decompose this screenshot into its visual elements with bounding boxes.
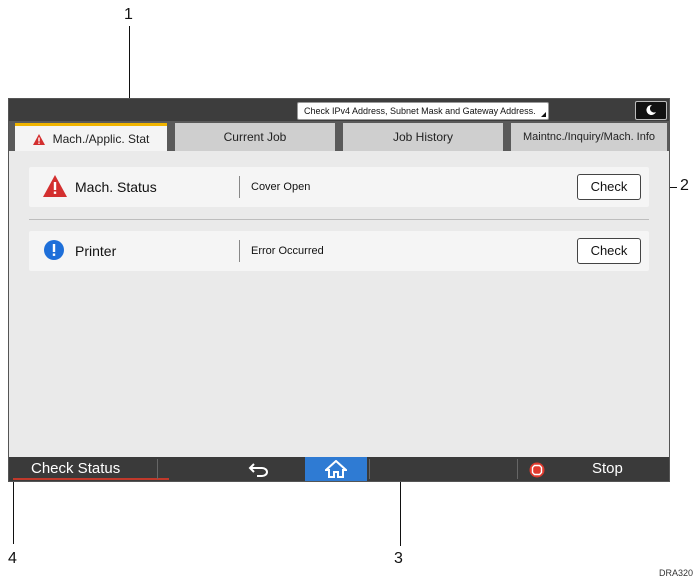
- status-row-name: Mach. Status: [75, 179, 157, 195]
- check-status-button[interactable]: Check Status: [13, 457, 169, 481]
- back-arrow-icon: [248, 463, 268, 477]
- tab-label: Mach./Applic. Stat: [52, 132, 150, 146]
- expand-corner-icon: [540, 112, 546, 117]
- moon-icon: [646, 104, 656, 115]
- figure-code: DRA320: [659, 568, 694, 578]
- home-button[interactable]: [305, 457, 367, 481]
- tab-label: Maintnc./Inquiry/Mach. Info: [522, 131, 656, 143]
- status-row-value: Cover Open: [251, 181, 311, 193]
- callout-number-1: 1: [124, 6, 133, 23]
- row-separator: [239, 240, 240, 262]
- tab-label: Job History: [392, 130, 454, 144]
- status-row-value: Error Occurred: [251, 245, 324, 257]
- energy-saver-button[interactable]: [635, 101, 667, 120]
- tab-bar: Mach./Applic. Stat Current Job Job Histo…: [9, 121, 669, 151]
- stop-button[interactable]: Stop: [592, 457, 652, 481]
- system-message-bar: Check IPv4 Address, Subnet Mask and Gate…: [9, 99, 669, 121]
- tab-label: Current Job: [223, 130, 287, 144]
- check-button[interactable]: Check: [577, 238, 641, 264]
- system-message[interactable]: Check IPv4 Address, Subnet Mask and Gate…: [297, 102, 549, 120]
- row-separator: [239, 176, 240, 198]
- bottom-bar: Check Status Stop: [9, 457, 669, 481]
- status-list: Mach. Status Cover Open Check Printer Er…: [9, 151, 669, 461]
- row-divider: [29, 219, 649, 220]
- stop-icon[interactable]: [529, 462, 545, 478]
- bottom-separator: [517, 459, 518, 479]
- info-exclamation-icon: [44, 240, 64, 260]
- home-icon: [323, 459, 349, 478]
- status-row-printer: Printer Error Occurred Check: [29, 231, 649, 271]
- bottom-separator: [157, 459, 158, 479]
- check-status-label: Check Status: [31, 460, 121, 477]
- stop-label: Stop: [592, 460, 623, 477]
- warning-triangle-icon: [43, 175, 67, 197]
- callout-number-4: 4: [8, 550, 17, 567]
- status-row-name: Printer: [75, 243, 117, 259]
- tab-maintnc-inquiry[interactable]: Maintnc./Inquiry/Mach. Info: [511, 123, 667, 151]
- callout-number-2: 2: [680, 177, 689, 194]
- tab-current-job[interactable]: Current Job: [175, 123, 335, 151]
- device-screen: Check IPv4 Address, Subnet Mask and Gate…: [8, 98, 670, 482]
- tab-mach-applic-stat[interactable]: Mach./Applic. Stat: [15, 123, 167, 151]
- callout-number-3: 3: [394, 550, 403, 567]
- check-status-indicator: [13, 478, 169, 480]
- back-button[interactable]: [219, 457, 299, 481]
- warning-triangle-small-icon: [32, 134, 45, 145]
- status-row-machine: Mach. Status Cover Open Check: [29, 167, 649, 207]
- bottom-separator: [369, 459, 370, 479]
- check-button[interactable]: Check: [577, 174, 641, 200]
- system-message-text: Check IPv4 Address, Subnet Mask and Gate…: [304, 106, 536, 116]
- tab-job-history[interactable]: Job History: [343, 123, 503, 151]
